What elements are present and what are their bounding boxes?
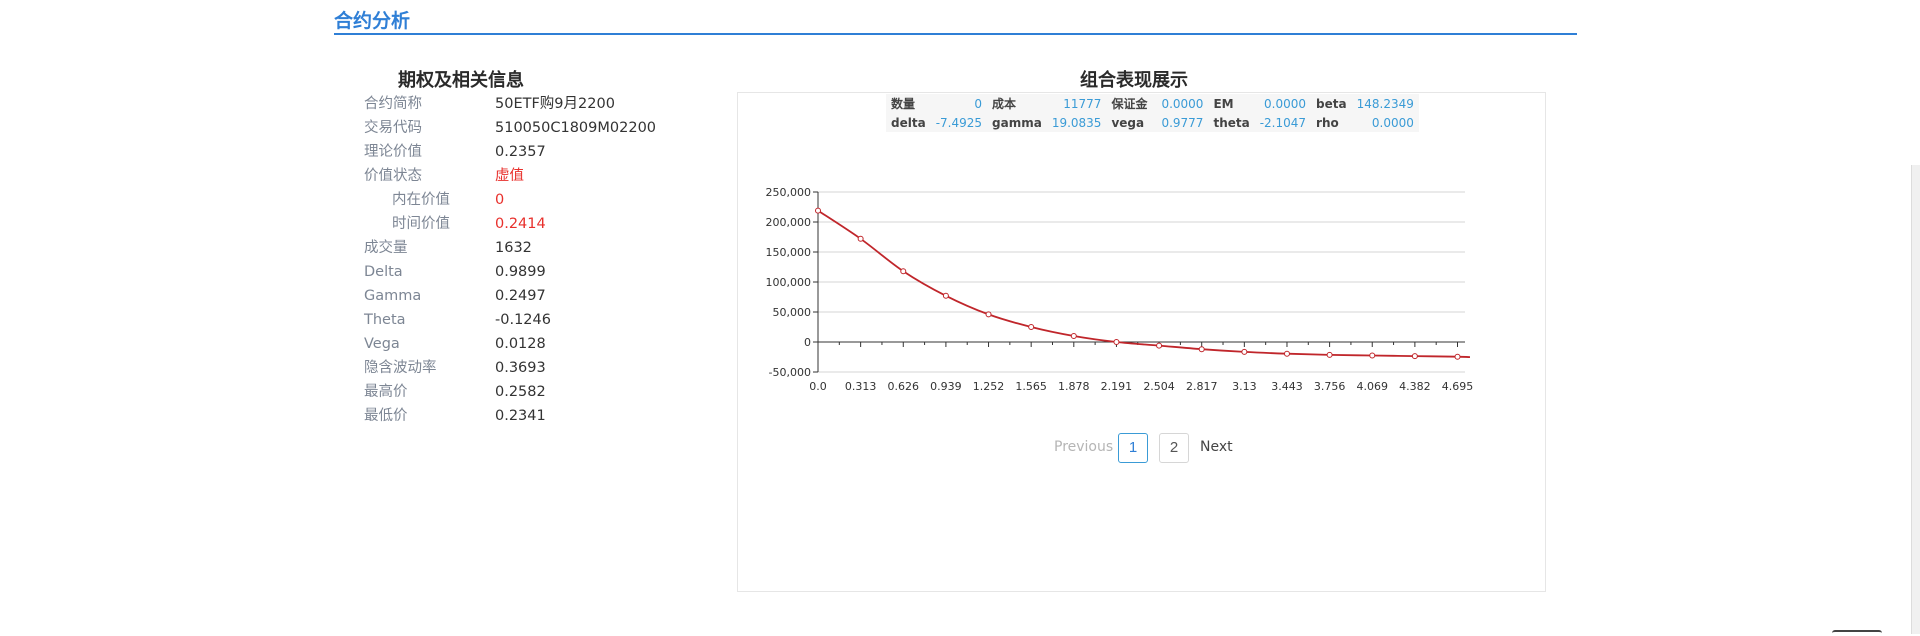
back-to-top-button[interactable]: [1832, 630, 1882, 636]
x-tick-label: 1.878: [1058, 380, 1090, 393]
data-point: [1113, 339, 1120, 345]
pagination-page-2[interactable]: 2: [1159, 433, 1189, 463]
x-tick-label: 3.443: [1271, 380, 1303, 393]
x-tick-label: 0.313: [845, 380, 877, 393]
y-tick-label: 200,000: [766, 216, 812, 229]
data-point: [1198, 346, 1205, 353]
data-point: [857, 235, 864, 242]
x-tick-label: 1.565: [1015, 380, 1047, 393]
data-point: [942, 292, 949, 299]
y-tick-label: 50,000: [773, 306, 812, 319]
x-tick-label: 2.817: [1186, 380, 1218, 393]
data-point: [815, 207, 821, 214]
data-point: [900, 268, 907, 275]
series-line: [817, 209, 1471, 359]
x-tick-label: 3.13: [1232, 380, 1257, 393]
data-point: [1241, 348, 1248, 355]
x-tick-label: 1.252: [973, 380, 1005, 393]
data-point: [1156, 342, 1163, 349]
y-tick-label: 150,000: [766, 246, 812, 259]
data-point: [1028, 324, 1035, 330]
y-tick-label: -50,000: [769, 366, 811, 379]
x-tick-label: 2.191: [1101, 380, 1133, 393]
pagination-previous[interactable]: Previous: [1054, 439, 1113, 455]
data-point: [985, 311, 992, 318]
y-tick-label: 0: [804, 336, 811, 349]
data-point: [1369, 352, 1376, 359]
y-tick-label: 100,000: [766, 276, 812, 289]
x-tick-label: 2.504: [1143, 380, 1175, 393]
data-point: [1283, 350, 1290, 357]
pagination-page-1[interactable]: 1: [1118, 433, 1148, 463]
x-tick-label: 0.0: [809, 380, 827, 393]
payoff-line-chart: -50,000 0 50,000 100,000 150,000 200,000 250,0…: [766, 186, 1474, 393]
x-tick-label: 3.756: [1314, 380, 1346, 393]
data-point: [1070, 333, 1077, 339]
y-tick-label: 250,000: [766, 186, 812, 199]
x-tick-label: 0.626: [888, 380, 920, 393]
vertical-scrollbar[interactable]: [1911, 165, 1920, 634]
x-tick-label: 0.939: [930, 380, 962, 393]
x-tick-label: 4.069: [1356, 380, 1388, 393]
pagination-next[interactable]: Next: [1200, 439, 1233, 455]
data-point: [1411, 353, 1418, 360]
data-point: [1326, 351, 1333, 358]
x-tick-label: 4.382: [1399, 380, 1431, 393]
x-tick-label: 4.695: [1442, 380, 1474, 393]
data-point: [1454, 353, 1461, 360]
